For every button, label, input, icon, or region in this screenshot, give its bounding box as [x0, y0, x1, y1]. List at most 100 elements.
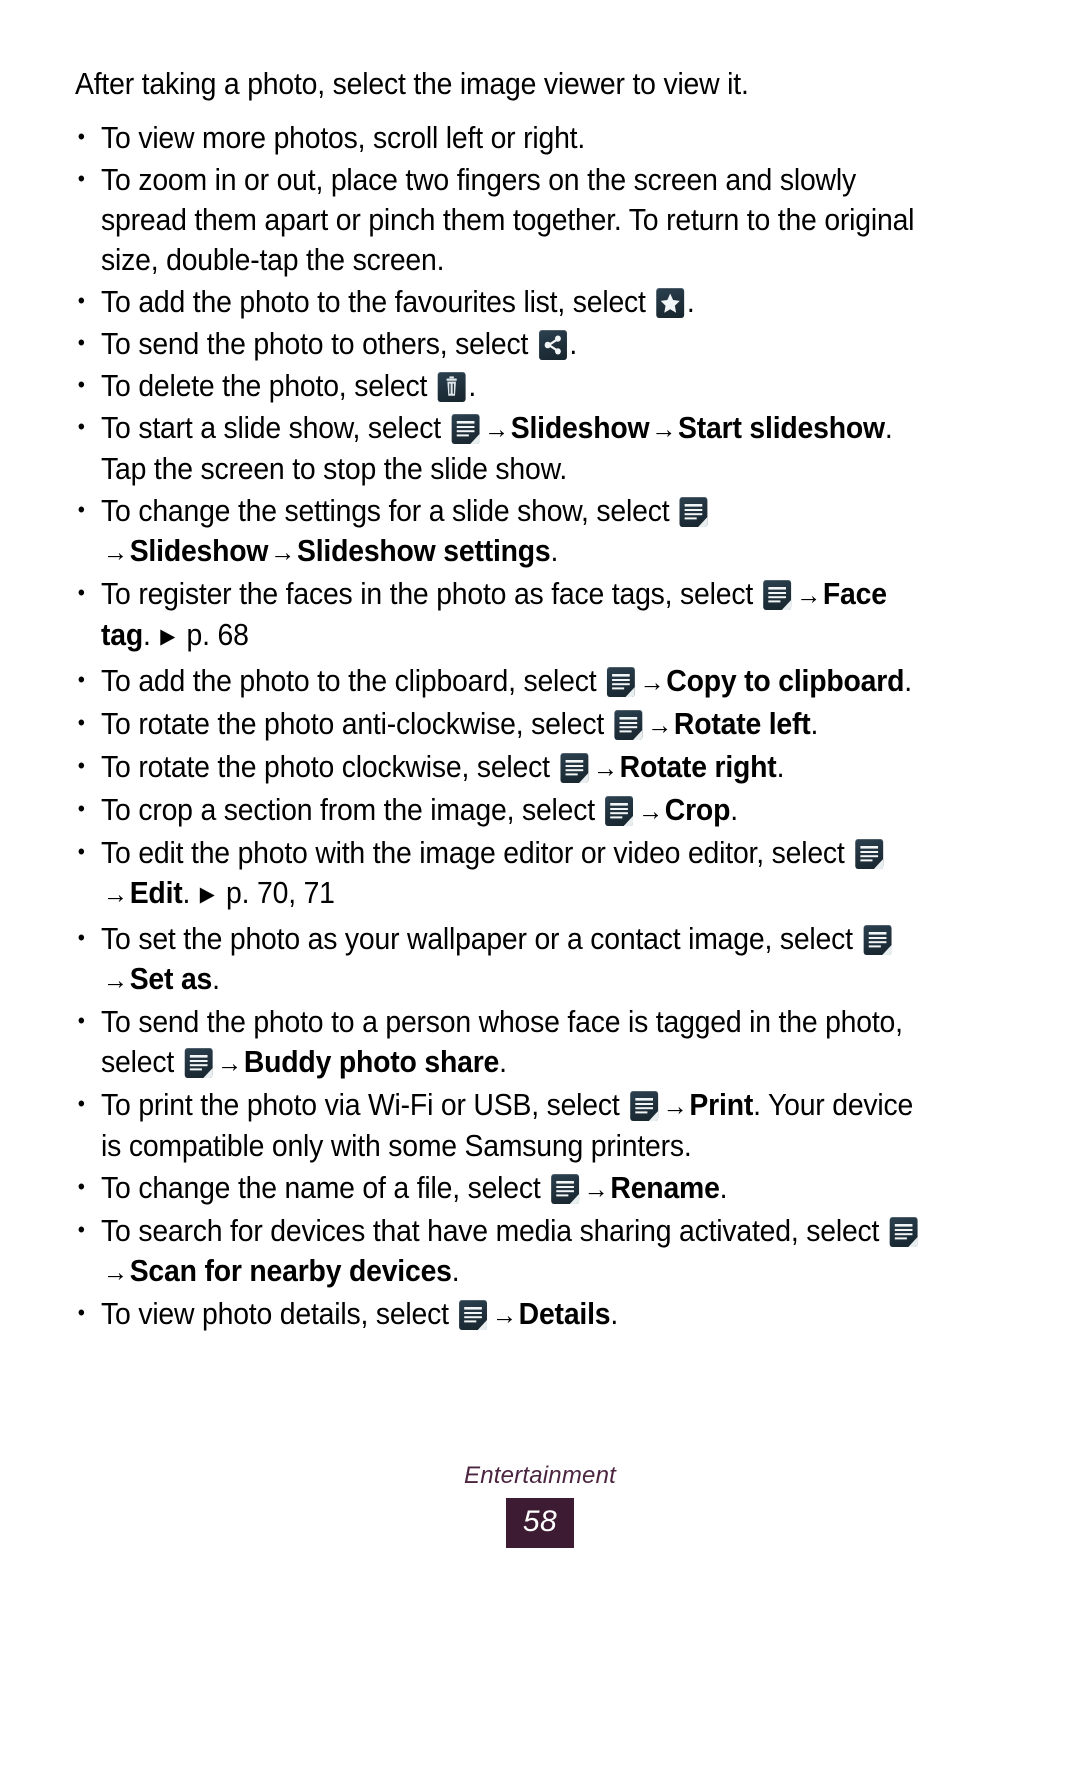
list-item: To send the photo to others, select .: [75, 323, 940, 364]
instruction-text: To print the photo via Wi-Fi or USB, sel…: [101, 1088, 628, 1122]
menu-path-label: Set as: [129, 962, 213, 996]
instruction-text: .: [904, 664, 912, 698]
arrow-icon: →: [662, 1091, 688, 1121]
list-item: To register the faces in the photo as fa…: [75, 573, 940, 659]
instruction-text: .: [569, 327, 578, 361]
instruction-text: To send the photo to others, select: [101, 327, 536, 361]
share-icon: [538, 330, 567, 360]
menu-path-label: Crop: [664, 793, 731, 827]
instruction-text: To rotate the photo clockwise, select: [101, 750, 558, 784]
list-item: To crop a section from the image, select…: [75, 789, 940, 831]
list-item: To rotate the photo clockwise, select →R…: [75, 746, 940, 788]
menu-path-label: Copy to clipboard: [666, 664, 905, 698]
page-reference-pointer-icon: ▶: [160, 625, 176, 648]
arrow-icon: →: [592, 753, 618, 783]
list-item: To send the photo to a person whose face…: [75, 1001, 940, 1083]
page-footer: Entertainment 58: [0, 1462, 1080, 1548]
menu-icon: [863, 925, 892, 955]
instruction-text: To change the settings for a slide show,…: [101, 494, 678, 528]
instruction-text: To register the faces in the photo as fa…: [101, 577, 761, 611]
arrow-icon: →: [491, 1300, 517, 1330]
instruction-text: .: [468, 369, 477, 403]
list-item: To change the settings for a slide show,…: [75, 490, 940, 572]
list-item: To zoom in or out, place two fingers on …: [75, 159, 940, 280]
intro-paragraph: After taking a photo, select the image v…: [75, 67, 749, 101]
list-item: To edit the photo with the image editor …: [75, 832, 940, 917]
list-item: To search for devices that have media sh…: [75, 1210, 940, 1292]
instruction-text: .: [610, 1297, 619, 1331]
arrow-icon: →: [796, 580, 822, 610]
page-reference-pointer-icon: ▶: [199, 883, 215, 906]
arrow-icon: →: [102, 965, 128, 995]
arrow-icon: →: [639, 667, 665, 697]
menu-path-label: Rotate left: [673, 707, 811, 741]
list-item: To start a slide show, select →Slideshow…: [75, 407, 940, 489]
menu-icon: [630, 1091, 658, 1121]
list-item: To view photo details, select →Details.: [75, 1293, 940, 1335]
trash-icon: [437, 372, 466, 402]
menu-path-label: Rotate right: [619, 750, 777, 784]
menu-path-label: Slideshow: [129, 534, 269, 568]
arrow-icon: →: [651, 414, 677, 444]
instruction-text: .: [143, 618, 159, 652]
instruction-text: To add the photo to the favourites list,…: [101, 285, 654, 319]
instruction-list: To view more photos, scroll left or righ…: [75, 117, 1005, 1335]
instruction-text: To change the name of a file, select: [101, 1171, 549, 1205]
list-item: To add the photo to the clipboard, selec…: [75, 660, 940, 702]
instruction-text: .: [182, 876, 198, 910]
arrow-icon: →: [217, 1048, 242, 1078]
instruction-text: .: [550, 534, 559, 568]
list-item: To delete the photo, select .: [75, 365, 940, 406]
star-icon: [656, 288, 685, 318]
menu-icon: [184, 1048, 213, 1078]
instruction-text: To add the photo to the clipboard, selec…: [101, 664, 605, 698]
instruction-text: To start a slide show, select: [101, 411, 449, 445]
menu-icon: [855, 839, 883, 869]
menu-path-label: Start slideshow: [678, 411, 885, 445]
instruction-text: To view more photos, scroll left or righ…: [101, 121, 586, 155]
footer-section-title: Entertainment: [463, 1462, 616, 1489]
list-item: To add the photo to the favourites list,…: [75, 281, 940, 322]
instruction-text: .: [776, 750, 785, 784]
menu-path-label: Rename: [610, 1171, 720, 1205]
list-item: To print the photo via Wi-Fi or USB, sel…: [75, 1084, 940, 1166]
menu-path-label: Slideshow settings: [296, 534, 551, 568]
arrow-icon: →: [583, 1174, 609, 1204]
instruction-text: p. 68: [178, 618, 249, 652]
instruction-text: To edit the photo with the image editor …: [101, 836, 853, 870]
menu-path-label: Edit: [129, 876, 183, 910]
menu-path-label: Scan for nearby devices: [129, 1254, 452, 1288]
instruction-text: To view photo details, select: [101, 1297, 457, 1331]
arrow-icon: →: [483, 414, 509, 444]
arrow-icon: →: [647, 710, 673, 740]
page-number-badge: 58: [505, 1498, 575, 1548]
menu-icon: [679, 497, 708, 527]
instruction-text: .: [810, 707, 819, 741]
arrow-icon: →: [270, 537, 296, 567]
menu-path-label: Buddy photo share: [243, 1045, 500, 1079]
arrow-icon: →: [637, 796, 663, 826]
instruction-text: .: [451, 1254, 460, 1288]
instruction-text: To rotate the photo anti-clockwise, sele…: [101, 707, 612, 741]
instruction-text: .: [686, 285, 695, 319]
menu-icon: [551, 1174, 579, 1204]
arrow-icon: →: [102, 1257, 128, 1287]
menu-icon: [606, 667, 635, 697]
arrow-icon: →: [102, 879, 128, 909]
instruction-text: p. 70, 71: [218, 876, 335, 910]
menu-icon: [560, 753, 589, 783]
instruction-text: To set the photo as your wallpaper or a …: [101, 922, 861, 956]
arrow-icon: →: [102, 537, 128, 567]
instruction-text: To crop a section from the image, select: [101, 793, 603, 827]
instruction-text: .: [730, 793, 738, 827]
manual-page: After taking a photo, select the image v…: [0, 0, 1080, 1771]
instruction-text: .: [719, 1171, 728, 1205]
list-item: To view more photos, scroll left or righ…: [75, 117, 940, 158]
menu-icon: [763, 580, 792, 610]
instruction-text: To delete the photo, select: [101, 369, 435, 403]
instruction-text: .: [499, 1045, 507, 1079]
list-item: To rotate the photo anti-clockwise, sele…: [75, 703, 940, 745]
list-item: To change the name of a file, select →Re…: [75, 1167, 940, 1209]
instruction-text: To zoom in or out, place two fingers on …: [101, 163, 915, 277]
instruction-text: .: [212, 962, 220, 996]
